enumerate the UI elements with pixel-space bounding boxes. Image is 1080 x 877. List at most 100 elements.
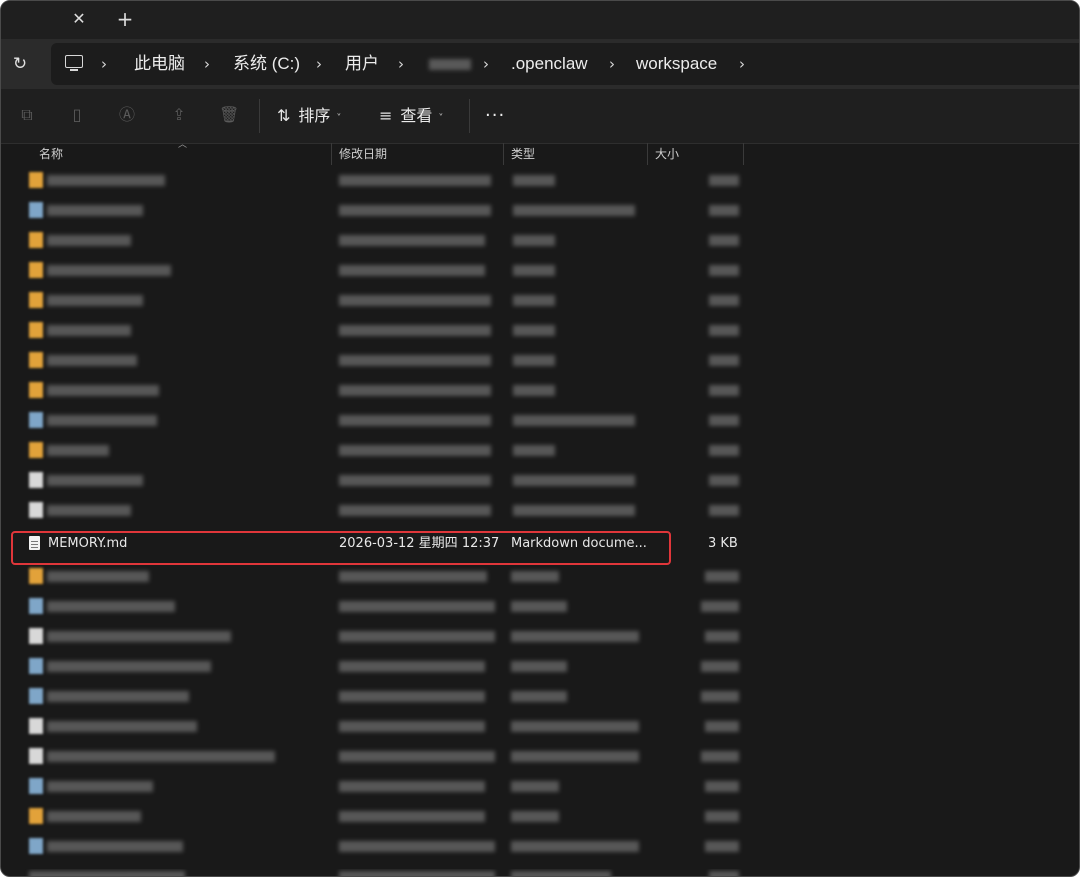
chevron-right-icon[interactable]: › [483,43,489,85]
list-item[interactable] [1,225,761,255]
folder-icon [29,808,43,824]
breadcrumb-openclaw[interactable]: .openclaw [511,43,588,85]
refresh-icon[interactable]: ↻ [9,53,31,75]
address-row: ↻ › 此电脑 › 系统 (C:) › 用户 › › .openclaw › w… [1,39,1079,89]
folder-icon [29,262,43,278]
list-item[interactable] [1,195,761,225]
share-icon[interactable]: ⇪ [169,105,189,125]
list-item[interactable] [1,315,761,345]
list-item[interactable] [1,831,761,861]
list-item[interactable] [1,435,761,465]
list-item[interactable] [1,375,761,405]
folder-icon [29,382,43,398]
redacted-name [47,631,231,642]
breadcrumb-this-pc[interactable]: 此电脑 [134,43,185,85]
chevron-right-icon[interactable]: › [316,43,322,85]
list-item[interactable] [1,591,761,621]
redacted-type [511,811,559,822]
file-icon [29,838,43,854]
column-divider[interactable] [647,143,648,165]
redacted-date [339,811,485,822]
redacted-date [339,781,485,792]
redacted-name [47,571,149,582]
list-item[interactable] [1,495,761,525]
rename-icon[interactable]: Ⓐ [117,105,137,125]
list-item[interactable] [1,285,761,315]
redacted-size [709,235,739,246]
file-icon [29,778,43,794]
column-header-modified[interactable]: 修改日期 [339,143,387,165]
redacted-name [47,811,141,822]
close-tab-icon[interactable]: ✕ [67,7,91,31]
breadcrumb-workspace[interactable]: workspace [636,43,717,85]
chevron-right-icon[interactable]: › [739,43,745,85]
more-options-button[interactable]: ··· [485,101,505,131]
list-item[interactable] [1,621,761,651]
redacted-size [705,841,739,852]
list-item[interactable] [1,465,761,495]
redacted-size [701,691,739,702]
list-item[interactable] [1,255,761,285]
list-item-partial[interactable] [1,869,761,876]
copy-icon[interactable]: ⧉ [17,105,37,125]
redacted-type [511,871,611,876]
breadcrumb-user-redacted[interactable] [429,59,471,70]
list-item[interactable] [1,651,761,681]
redacted-name [47,295,143,306]
redacted-date [339,235,485,246]
redacted-name [47,661,211,672]
folder-icon [29,292,43,308]
column-header-name[interactable]: 名称 [39,143,63,165]
list-item[interactable] [1,711,761,741]
redacted-type [513,295,555,306]
computer-icon[interactable] [65,55,83,71]
redacted-name [47,601,175,612]
column-header-size[interactable]: 大小 [655,143,679,165]
view-icon: ≡ [379,106,393,125]
chevron-down-icon: ˅ [438,113,444,124]
redacted-name [47,175,165,186]
redacted-date [339,415,491,426]
redacted-size [709,871,739,876]
column-divider[interactable] [743,143,744,165]
list-item[interactable] [1,561,761,591]
redacted-size [709,445,739,456]
address-bar[interactable]: › 此电脑 › 系统 (C:) › 用户 › › .openclaw › wor… [51,43,1079,85]
column-header-type[interactable]: 类型 [511,143,535,165]
folder-icon [29,442,43,458]
list-item[interactable] [1,345,761,375]
chevron-right-icon[interactable]: › [204,43,210,85]
redacted-name [47,505,131,516]
list-item[interactable] [1,801,761,831]
breadcrumb-users[interactable]: 用户 [345,43,379,85]
redacted-name [47,265,171,276]
folder-icon [29,322,43,338]
paste-icon[interactable]: ▯ [67,105,87,125]
redacted-date [339,631,495,642]
sort-ascending-icon: ︿ [178,140,188,150]
redacted-type [511,721,639,732]
breadcrumb-system-drive[interactable]: 系统 (C:) [233,43,300,85]
redacted-type [513,445,555,456]
list-item[interactable] [1,681,761,711]
redacted-type [511,751,639,762]
redacted-date [339,445,491,456]
chevron-right-icon[interactable]: › [101,43,107,85]
redacted-size [709,205,739,216]
column-divider[interactable] [331,143,332,165]
chevron-right-icon[interactable]: › [609,43,615,85]
chevron-right-icon[interactable]: › [398,43,404,85]
new-tab-icon[interactable]: + [113,7,137,31]
redacted-name [47,415,157,426]
column-divider[interactable] [503,143,504,165]
list-item[interactable] [1,741,761,771]
redacted-date [339,751,495,762]
list-item[interactable] [1,405,761,435]
redacted-date [339,205,491,216]
sort-button[interactable]: ⇅ 排序 ˅ [277,101,341,131]
delete-icon[interactable]: 🗑 [219,105,239,125]
view-button[interactable]: ≡ 查看 ˅ [379,101,443,131]
list-item[interactable] [1,165,761,195]
list-item[interactable] [1,771,761,801]
redacted-type [513,415,635,426]
